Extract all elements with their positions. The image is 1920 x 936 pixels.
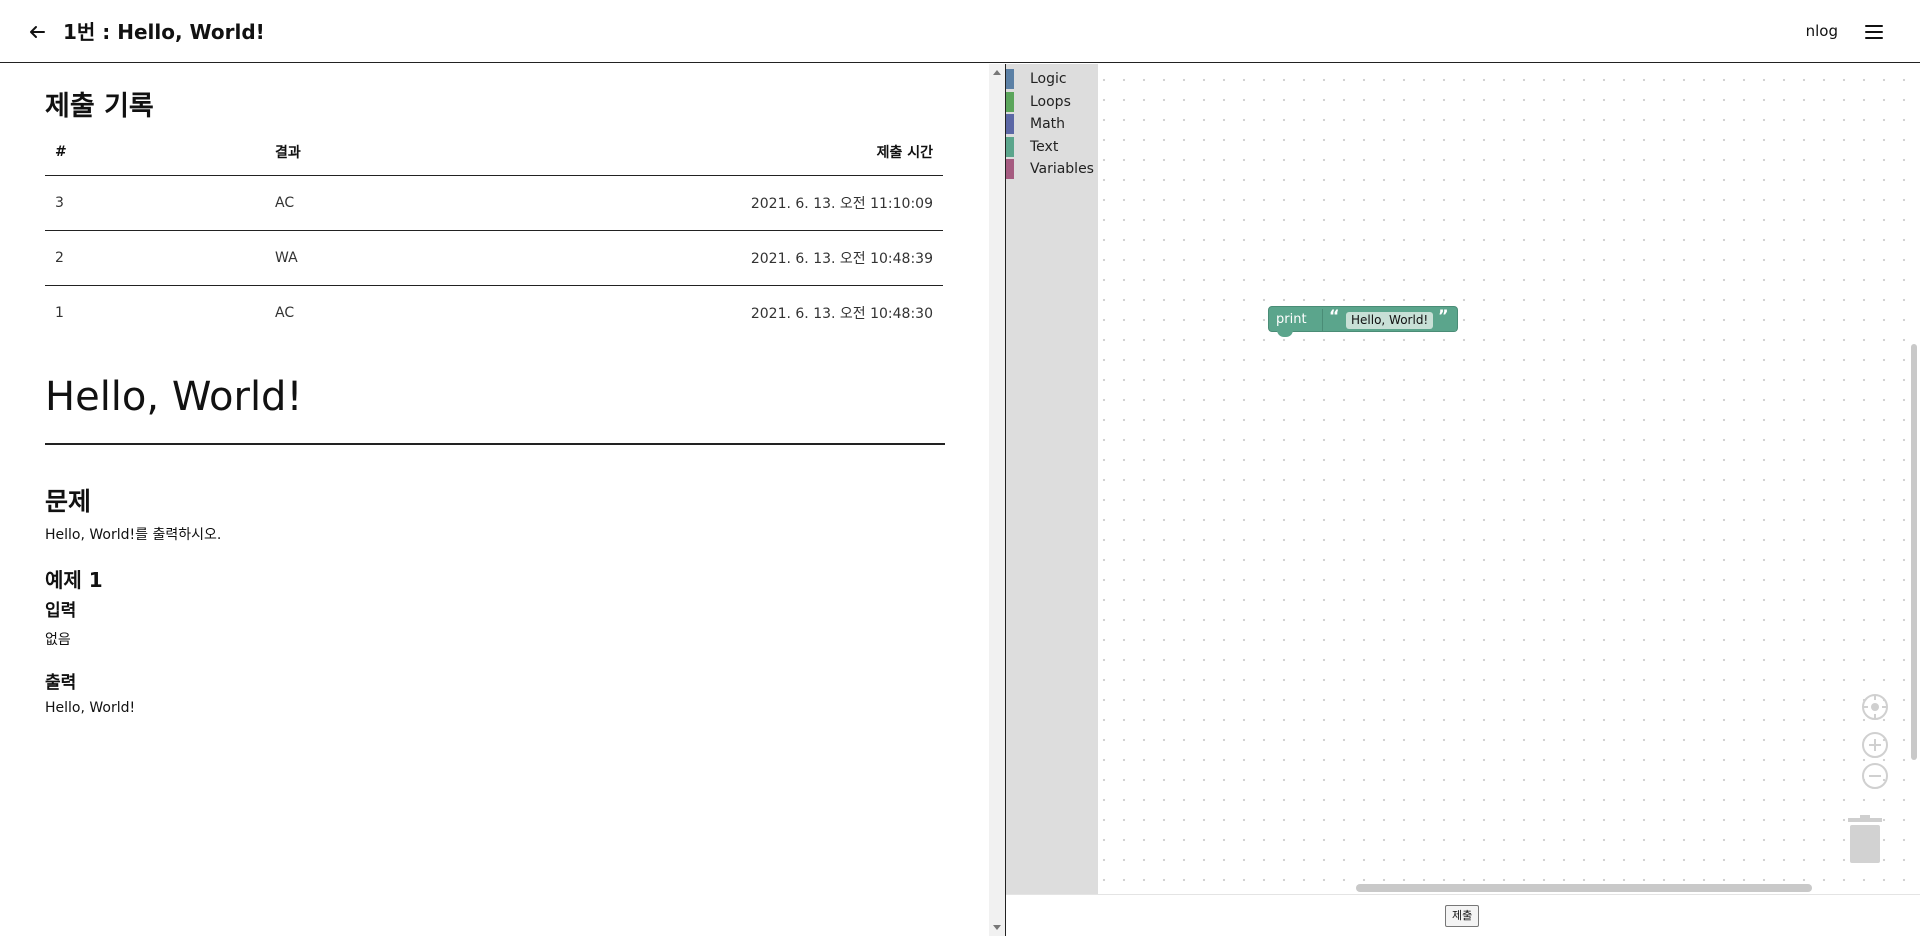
category-label: Logic xyxy=(1030,71,1067,87)
column-header-result: 결과 xyxy=(265,130,505,176)
user-name[interactable]: nlog xyxy=(1806,22,1838,40)
recenter-button[interactable] xyxy=(1862,694,1888,720)
print-block-keyword: print xyxy=(1276,312,1307,327)
submission-result: WA xyxy=(265,230,505,286)
scroll-up-arrow-icon[interactable] xyxy=(993,70,1001,75)
toolbox-category-text[interactable]: Text xyxy=(1006,137,1098,157)
arrow-left-icon xyxy=(30,26,45,38)
submissions-title: 제출 기록 xyxy=(45,91,154,122)
scroll-down-arrow-icon[interactable] xyxy=(993,925,1001,930)
submission-time: 2021. 6. 13. 오전 10:48:39 xyxy=(505,230,943,286)
table-header-row: # 결과 제출 시간 xyxy=(45,130,943,176)
open-quote-icon: “ xyxy=(1329,306,1340,325)
submission-result: AC xyxy=(275,304,295,321)
blockly-workspace[interactable]: Logic Loops Math Text Variables xyxy=(1006,64,1920,894)
output-heading: 출력 xyxy=(45,673,77,693)
submit-button[interactable]: 제출 xyxy=(1445,905,1480,927)
submission-time: 2021. 6. 13. 오전 10:48:30 xyxy=(750,305,933,322)
workspace-vertical-scrollbar[interactable] xyxy=(1911,344,1917,760)
submission-time: 2021. 6. 13. 오전 11:10:09 xyxy=(505,175,943,231)
zoom-out-button[interactable] xyxy=(1862,763,1888,789)
submission-id: 1 xyxy=(55,304,64,321)
category-color-swatch xyxy=(1006,137,1014,157)
text-block-field[interactable]: Hello, World! xyxy=(1346,312,1434,329)
example-heading: 예제 1 xyxy=(45,568,103,592)
zoom-in-button[interactable] xyxy=(1862,732,1888,758)
submissions-table: # 결과 제출 시간 3 AC 2021. 6. 13. 오전 11:10:09… xyxy=(45,130,943,340)
problem-pane: 제출 기록 # 결과 제출 시간 3 AC 2021. 6. 13. 오전 11… xyxy=(0,64,989,936)
page-title: 1번 : Hello, World! xyxy=(63,20,265,44)
blockly-toolbox: Logic Loops Math Text Variables xyxy=(1006,64,1098,894)
category-label: Math xyxy=(1030,116,1066,132)
trash-icon xyxy=(1848,815,1882,863)
toolbox-category-variables[interactable]: Variables xyxy=(1006,159,1098,179)
left-pane-scrollbar[interactable] xyxy=(989,64,1005,936)
category-label: Variables xyxy=(1030,161,1094,177)
toolbox-category-loops[interactable]: Loops xyxy=(1006,92,1098,112)
submission-result: AC xyxy=(265,175,505,231)
category-color-swatch xyxy=(1006,69,1014,89)
column-header-id: # xyxy=(45,130,265,176)
category-color-swatch xyxy=(1006,159,1014,179)
toolbox-category-logic[interactable]: Logic xyxy=(1006,69,1098,89)
table-row[interactable]: 1 AC 2021. 6. 13. 오전 10:48:30 xyxy=(45,285,943,340)
problem-title: Hello, World! xyxy=(45,374,303,420)
hamburger-menu-icon xyxy=(1865,25,1883,39)
output-value: Hello, World! xyxy=(45,700,136,716)
category-color-swatch xyxy=(1006,92,1014,112)
submission-id: 2 xyxy=(45,230,265,286)
problem-description: Hello, World!를 출력하시오. xyxy=(45,527,222,543)
input-heading: 입력 xyxy=(45,601,77,621)
plus-icon xyxy=(1869,739,1881,751)
category-label: Text xyxy=(1030,139,1059,155)
category-color-swatch xyxy=(1006,114,1014,134)
toolbox-category-math[interactable]: Math xyxy=(1006,114,1098,134)
back-button[interactable] xyxy=(22,17,52,47)
crosshair-icon xyxy=(1864,696,1886,718)
trash-can-button[interactable] xyxy=(1848,815,1882,865)
close-quote-icon: ” xyxy=(1438,306,1449,325)
table-row[interactable]: 3 AC 2021. 6. 13. 오전 11:10:09 xyxy=(45,175,943,231)
minus-icon xyxy=(1869,775,1881,777)
column-header-time: 제출 시간 xyxy=(505,130,943,176)
table-row[interactable]: 2 WA 2021. 6. 13. 오전 10:48:39 xyxy=(45,230,943,286)
title-divider xyxy=(45,443,945,445)
submission-id: 3 xyxy=(45,175,265,231)
top-bar: 1번 : Hello, World! nlog xyxy=(0,0,1920,63)
workspace-horizontal-scrollbar[interactable] xyxy=(1356,884,1812,892)
category-label: Loops xyxy=(1030,94,1071,110)
input-value: 없음 xyxy=(45,632,71,648)
menu-button[interactable] xyxy=(1862,20,1886,44)
problem-section-heading: 문제 xyxy=(45,487,92,516)
